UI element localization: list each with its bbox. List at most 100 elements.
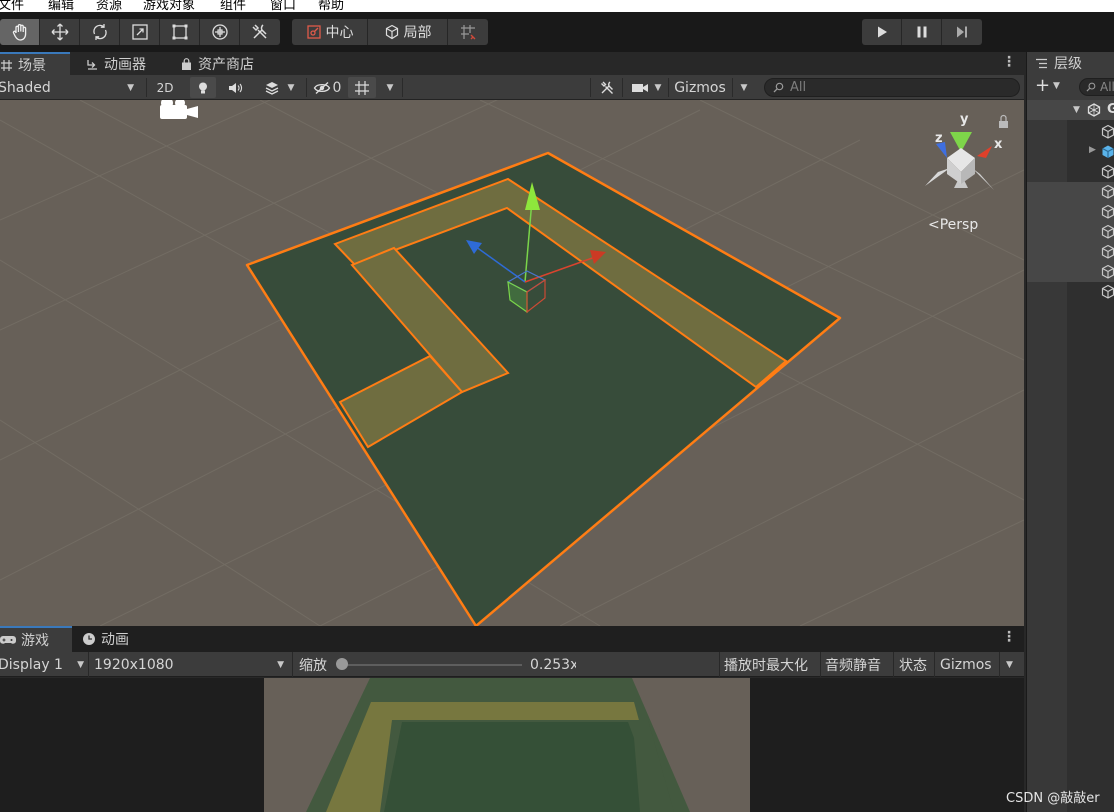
tab-asset-store[interactable]: 资产商店	[172, 52, 262, 76]
hierarchy-item[interactable]	[1027, 182, 1114, 202]
scene-toolbar: Shaded ▼ 2D ▼ 0 ▼ ▼ Gizmos ▼ All	[0, 75, 1024, 100]
menu-edit[interactable]: 编辑	[48, 0, 74, 12]
scale-label: 缩放	[299, 657, 327, 674]
audio-toggle[interactable]	[222, 77, 248, 98]
scene-viewport[interactable]: y x z <Persp	[0, 100, 1024, 626]
menu-gameobject[interactable]: 游戏对象	[143, 0, 195, 12]
menu-bar: 文件 编辑 资源 游戏对象 组件 窗口 帮助	[0, 0, 1114, 12]
draw-mode-value: Shaded	[0, 79, 51, 96]
hierarchy-toolbar: + ▼ All	[1027, 74, 1114, 100]
tab-hierarchy[interactable]: 层级	[1027, 52, 1114, 74]
menu-assets[interactable]: 资源	[96, 0, 122, 12]
grid-snap-button[interactable]	[448, 19, 488, 45]
tab-animation[interactable]: 动画	[74, 626, 137, 652]
game-gizmos-dropdown[interactable]: ▼	[1006, 654, 1013, 675]
tab-animator[interactable]: 动画器	[78, 52, 154, 76]
transform-tools	[0, 19, 280, 45]
mute-audio-toggle[interactable]: 音频静音	[825, 654, 881, 675]
maximize-on-play-toggle[interactable]: 播放时最大化	[724, 654, 808, 675]
menu-file[interactable]: 文件	[0, 0, 24, 12]
grid-icon	[1, 59, 12, 71]
hand-tool-button[interactable]	[0, 19, 40, 45]
grid-options-dropdown[interactable]: ▼	[380, 77, 400, 98]
scene-search-input[interactable]: All	[764, 78, 1020, 97]
menu-help[interactable]: 帮助	[318, 0, 344, 12]
scale-slider-track[interactable]	[340, 664, 522, 666]
hierarchy-search-input[interactable]: All	[1079, 78, 1114, 96]
chevron-down-icon[interactable]: ▼	[1053, 81, 1060, 91]
chevron-down-icon: ▼	[127, 82, 134, 93]
gizmos-toggle[interactable]: Gizmos	[670, 77, 730, 98]
tools-toggle[interactable]	[596, 77, 618, 98]
gameobject-icon	[1101, 224, 1114, 239]
display-dropdown[interactable]: Display 1 ▼	[0, 654, 86, 675]
scene-root-row[interactable]: ▼ G	[1027, 100, 1114, 120]
tab-scene[interactable]: 场景	[0, 52, 70, 76]
hierarchy-item[interactable]	[1027, 202, 1114, 222]
chevron-down-icon[interactable]: ▼	[1073, 105, 1080, 115]
add-icon[interactable]: +	[1035, 75, 1050, 96]
grid-toggle[interactable]	[348, 77, 376, 98]
step-button[interactable]	[942, 19, 982, 45]
resolution-dropdown[interactable]: 1920x1080 ▼	[94, 654, 288, 675]
scale-slider-handle[interactable]	[336, 658, 348, 670]
stats-toggle[interactable]: 状态	[899, 654, 927, 675]
game-viewport[interactable]	[0, 678, 1024, 812]
rect-tool-button[interactable]	[160, 19, 200, 45]
menu-window[interactable]: 窗口	[270, 0, 296, 12]
game-render	[264, 678, 750, 812]
axis-z-label: z	[935, 131, 943, 146]
hierarchy-item[interactable]	[1027, 222, 1114, 242]
space-toggle-button[interactable]: 局部	[368, 19, 448, 45]
custom-tool-button[interactable]	[240, 19, 280, 45]
hierarchy-item[interactable]	[1027, 122, 1114, 142]
scene-panel-menu-icon[interactable]: ⋮	[1002, 54, 1016, 70]
game-gizmos-toggle[interactable]: Gizmos	[940, 654, 992, 675]
scene-tab-bar: 场景 动画器 资产商店 ⋮	[0, 52, 1024, 76]
gameobject-icon	[1101, 264, 1114, 279]
gameobject-icon	[1101, 124, 1114, 139]
hierarchy-item[interactable]	[1027, 242, 1114, 262]
lighting-toggle[interactable]	[190, 77, 216, 98]
axis-y-label: y	[960, 112, 969, 127]
resolution-value: 1920x1080	[94, 656, 174, 673]
projection-label[interactable]: <Persp	[928, 217, 978, 233]
gizmos-dropdown[interactable]: ▼	[734, 77, 754, 98]
play-controls	[862, 19, 982, 45]
game-toolbar: Display 1 ▼ 1920x1080 ▼ 缩放 0.253x 播放时最大化…	[0, 652, 1024, 677]
draw-mode-dropdown[interactable]: Shaded ▼	[0, 77, 140, 98]
lock-icon[interactable]	[999, 121, 1008, 128]
main-toolbar: 中心 局部	[0, 12, 1114, 52]
chevron-down-icon: ▼	[740, 82, 748, 93]
camera-dropdown[interactable]: ▼	[626, 77, 666, 98]
move-tool-button[interactable]	[40, 19, 80, 45]
hierarchy-item[interactable]	[1027, 162, 1114, 182]
effects-dropdown[interactable]: ▼	[254, 77, 304, 98]
transform-tool-button[interactable]	[200, 19, 240, 45]
chevron-right-icon[interactable]: ▶	[1089, 145, 1096, 155]
search-icon	[1086, 82, 1096, 92]
orientation-gizmo[interactable]: y x z	[925, 112, 1008, 190]
separator	[306, 78, 307, 97]
watermark: CSDN @敲敲er	[1006, 791, 1100, 806]
hierarchy-item[interactable]	[1027, 282, 1114, 302]
handle-toggles: 中心 局部	[292, 19, 488, 45]
tab-game[interactable]: 游戏	[0, 626, 72, 652]
scale-tool-button[interactable]	[120, 19, 160, 45]
play-icon	[877, 26, 887, 38]
scene-visibility-toggle[interactable]: 0	[312, 77, 342, 98]
game-panel-menu-icon[interactable]: ⋮	[1002, 629, 1016, 645]
scene-camera-icon[interactable]	[160, 100, 198, 119]
game-tab-bar: 游戏 动画 ⋮	[0, 626, 1024, 652]
pause-button[interactable]	[902, 19, 942, 45]
toggle-2d-button[interactable]: 2D	[150, 77, 180, 98]
pivot-toggle-button[interactable]: 中心	[292, 19, 368, 45]
play-button[interactable]	[862, 19, 902, 45]
hierarchy-item-prefab[interactable]: ▶	[1027, 142, 1114, 162]
tab-asset-store-label: 资产商店	[198, 57, 254, 73]
menu-component[interactable]: 组件	[220, 0, 246, 12]
hierarchy-search-placeholder: All	[1100, 80, 1114, 94]
hierarchy-item[interactable]	[1027, 262, 1114, 282]
speaker-icon	[229, 82, 243, 93]
rotate-tool-button[interactable]	[80, 19, 120, 45]
